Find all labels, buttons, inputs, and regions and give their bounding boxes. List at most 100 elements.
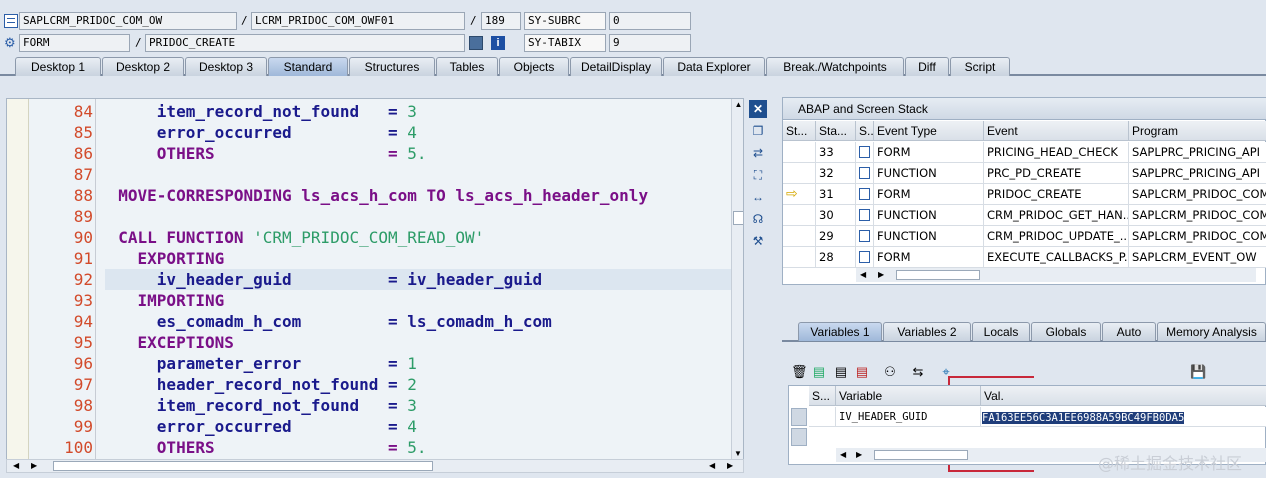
column-header[interactable]: Program	[1129, 121, 1266, 141]
tab-variables-1[interactable]: Variables 1	[798, 322, 882, 341]
slash-label: /	[241, 14, 248, 27]
swap-icon[interactable]: ⇄	[749, 144, 767, 162]
tab-diff[interactable]: Diff	[905, 57, 949, 76]
tab-data-explorer[interactable]: Data Explorer	[663, 57, 765, 76]
tab-auto[interactable]: Auto	[1102, 322, 1156, 341]
table-row[interactable]: 29 FUNCTION CRM_PRIDOC_UPDATE_... SAPLCR…	[783, 226, 1266, 247]
tab-desktop-3[interactable]: Desktop 3	[185, 57, 267, 76]
column-header[interactable]: Variable	[836, 386, 981, 406]
new-window-icon[interactable]: ❐	[749, 122, 767, 140]
tab-memory-analysis[interactable]: Memory Analysis	[1157, 322, 1266, 341]
program-field[interactable]: SAPLCRM_PRIDOC_COM_OW	[19, 12, 237, 30]
scroll-right-arrow[interactable]: ▶	[878, 268, 884, 282]
scroll-right-arrow[interactable]: ▶	[856, 448, 862, 462]
event-name-field[interactable]: PRIDOC_CREATE	[145, 34, 465, 52]
code-editor[interactable]: 84 85 86 87 88 89 90 91 92 93 94 95 96 9…	[6, 98, 744, 460]
program-cell: SAPLPRC_PRICING_API	[1129, 142, 1266, 163]
variable-name-cell[interactable]: IV_HEADER_GUID	[836, 407, 981, 427]
tab-desktop-1[interactable]: Desktop 1	[15, 57, 101, 76]
event-icon: ⚙	[4, 35, 16, 50]
tab-breakpoints[interactable]: Break./Watchpoints	[766, 57, 904, 76]
save-icon[interactable]: 💾	[1190, 364, 1206, 380]
scroll-thumb[interactable]	[53, 461, 433, 471]
tab-globals[interactable]: Globals	[1031, 322, 1101, 341]
source-icon[interactable]	[469, 36, 483, 50]
column-header[interactable]: Event Type	[874, 121, 984, 141]
clear-icon[interactable]: ▤	[854, 364, 870, 380]
level-cell: 33	[816, 142, 856, 163]
abap-stack-panel: ABAP and Screen Stack St... Sta... S... …	[782, 97, 1266, 285]
tab-variables-2[interactable]: Variables 2	[883, 322, 971, 341]
scroll-left-arrow[interactable]: ◀	[13, 460, 19, 472]
column-header[interactable]: S...	[809, 386, 836, 406]
tab-locals[interactable]: Locals	[972, 322, 1030, 341]
column-header[interactable]: St...	[783, 121, 816, 141]
scroll-down-arrow[interactable]: ▼	[732, 449, 743, 458]
tab-detaildisplay[interactable]: DetailDisplay	[570, 57, 662, 76]
line-field[interactable]: 189	[481, 12, 521, 30]
program-cell: SAPLPRC_PRICING_API	[1129, 163, 1266, 184]
table-row[interactable]: 32 FUNCTION PRC_PD_CREATE SAPLPRC_PRICIN…	[783, 163, 1266, 184]
tab-tables[interactable]: Tables	[436, 57, 498, 76]
hierarchy-icon[interactable]: ⚇	[882, 364, 898, 380]
event-type-field[interactable]: FORM	[19, 34, 130, 52]
source-icon	[856, 142, 874, 163]
sysvar2-name[interactable]: SY-TABIX	[524, 34, 606, 52]
table-row[interactable]: IV_HEADER_GUID FA163EE56C3A1EE6988A59BC4…	[809, 407, 1266, 427]
column-header[interactable]: Val.	[981, 386, 1266, 406]
sysvar2-value[interactable]: 9	[609, 34, 691, 52]
scroll-up-arrow[interactable]: ▲	[732, 99, 743, 111]
event-cell: CRM_PRIDOC_UPDATE_...	[984, 226, 1129, 247]
navigate-icon[interactable]: ⇆	[910, 364, 926, 380]
status-cell	[783, 163, 816, 184]
tab-desktop-2[interactable]: Desktop 2	[102, 57, 184, 76]
tab-script[interactable]: Script	[950, 57, 1010, 76]
line-number: 84	[73, 102, 93, 121]
close-icon[interactable]: ✕	[749, 100, 767, 118]
scroll-left-arrow[interactable]: ◀	[860, 268, 866, 282]
headset-icon[interactable]: ☊	[749, 210, 767, 228]
editor-vertical-scrollbar[interactable]: ▲ ▼	[731, 99, 743, 459]
scroll-thumb[interactable]	[896, 270, 980, 280]
breakpoint-gutter[interactable]	[7, 99, 29, 459]
table-row[interactable]: 30 FUNCTION CRM_PRIDOC_GET_HAN... SAPLCR…	[783, 205, 1266, 226]
row-selector[interactable]	[791, 408, 807, 426]
resize-icon[interactable]: ↔	[749, 188, 767, 206]
row-selector[interactable]	[791, 428, 807, 446]
program-icon	[4, 14, 18, 28]
sysvar1-name[interactable]: SY-SUBRC	[524, 12, 606, 30]
variable-value-cell[interactable]: FA163EE56C3A1EE6988A59BC49FB0DA5	[981, 407, 1266, 427]
scroll-right-arrow[interactable]: ▶	[31, 460, 37, 472]
scroll-left-arrow[interactable]: ◀	[709, 460, 715, 472]
tools-icon[interactable]: ⚒	[749, 232, 767, 250]
table-row[interactable]: 33 FORM PRICING_HEAD_CHECK SAPLPRC_PRICI…	[783, 142, 1266, 163]
info-icon[interactable]: i	[491, 36, 505, 50]
editor-horizontal-scrollbar[interactable]: ◀ ▶ ◀ ▶	[6, 459, 744, 473]
include-field[interactable]: LCRM_PRIDOC_COM_OWF01	[251, 12, 465, 30]
line-number: 86	[73, 144, 93, 163]
stack-horizontal-scrollbar[interactable]: ◀ ▶	[856, 268, 1256, 282]
column-header[interactable]: Sta...	[816, 121, 856, 141]
column-header[interactable]: Event	[984, 121, 1129, 141]
sysvar1-value[interactable]: 0	[609, 12, 691, 30]
paste-icon[interactable]: ▤	[833, 364, 849, 380]
maximize-icon[interactable]: ⛶	[749, 166, 767, 184]
tab-structures[interactable]: Structures	[349, 57, 435, 76]
tab-standard[interactable]: Standard	[268, 57, 348, 76]
table-row[interactable]: ⇨ 31 FORM PRIDOC_CREATE SAPLCRM_PRIDOC_C…	[783, 184, 1266, 205]
line-number: 85	[73, 123, 93, 142]
scroll-right-arrow[interactable]: ▶	[727, 460, 733, 472]
level-cell: 29	[816, 226, 856, 247]
copy-icon[interactable]: ▤	[811, 364, 827, 380]
scroll-left-arrow[interactable]: ◀	[840, 448, 846, 462]
scroll-thumb[interactable]	[733, 211, 743, 225]
code-line: CALL FUNCTION 'CRM_PRIDOC_COM_READ_OW'	[99, 228, 485, 247]
table-row[interactable]: 28 FORM EXECUTE_CALLBACKS_P... SAPLCRM_E…	[783, 247, 1266, 268]
code-line: EXPORTING	[99, 249, 225, 268]
tab-objects[interactable]: Objects	[499, 57, 569, 76]
code-line[interactable]: iv_header_guid = iv_header_guid	[99, 269, 542, 290]
watermark: @稀土掘金技术社区	[1098, 454, 1243, 473]
column-header[interactable]: S...	[856, 121, 874, 141]
delete-icon[interactable]: 🗑	[791, 364, 808, 380]
scroll-thumb[interactable]	[874, 450, 968, 460]
